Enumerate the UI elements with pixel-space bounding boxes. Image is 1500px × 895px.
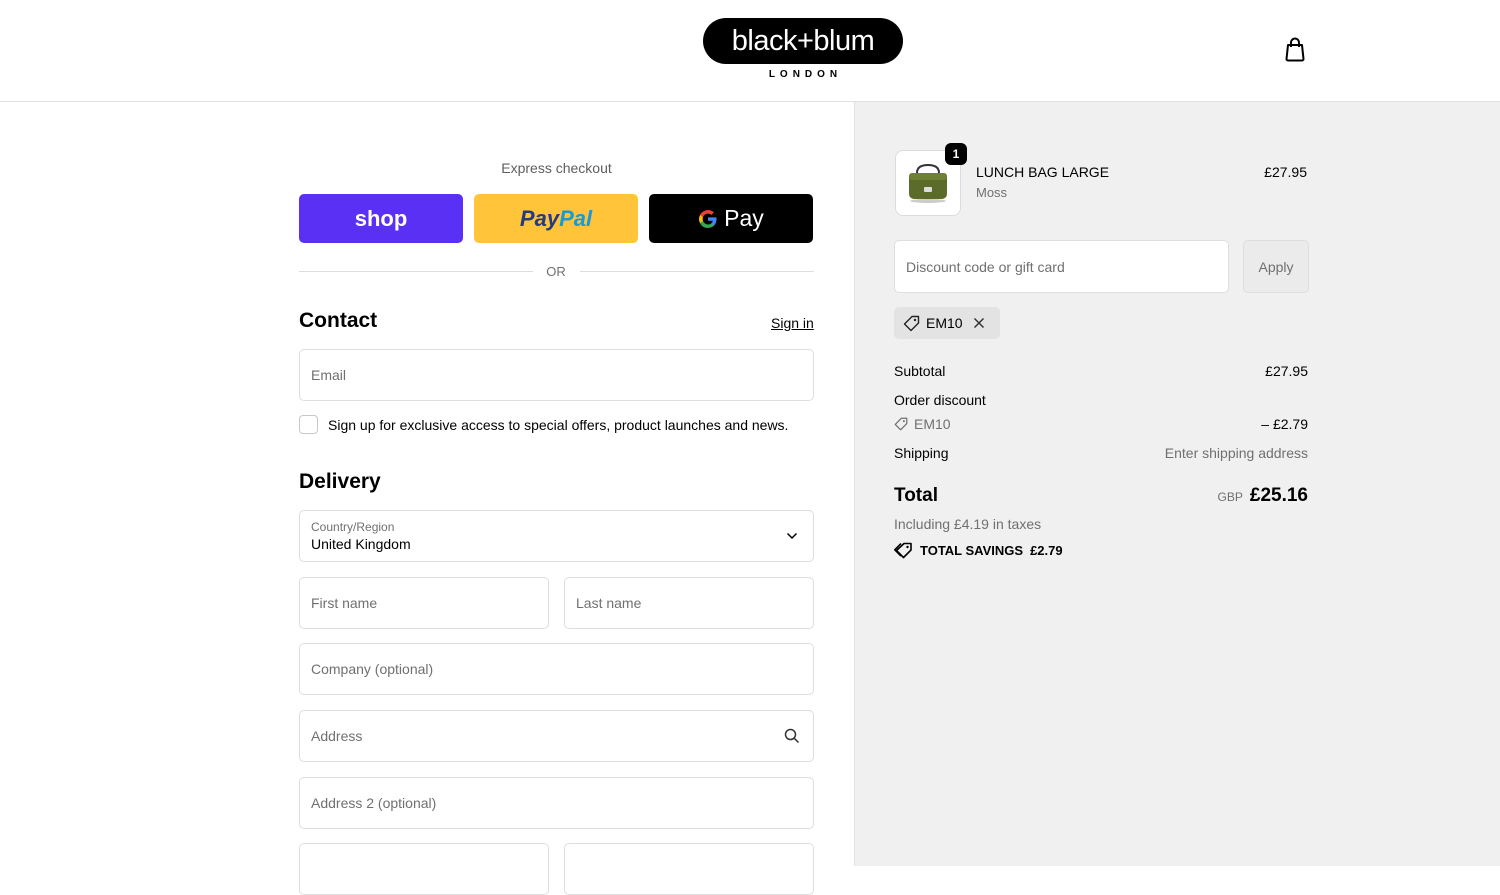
total-value-group: GBP £25.16 <box>1218 485 1308 507</box>
google-g-icon <box>699 209 717 228</box>
google-pay-label: Pay <box>724 205 764 231</box>
order-summary-panel: 1 LUNCH BAG LARGE Moss £27.95 Discount c… <box>854 102 1500 866</box>
or-line-left <box>299 271 533 272</box>
google-pay-button[interactable]: Pay <box>649 194 813 243</box>
address-placeholder: Address <box>311 728 363 744</box>
tag-icon <box>894 542 912 559</box>
site-header: black+blum LONDON <box>0 0 1500 102</box>
tag-icon <box>903 315 920 331</box>
discount-code-row: EM10 – £2.79 <box>894 416 1308 432</box>
company-field[interactable]: Company (optional) <box>299 643 814 695</box>
or-line-right <box>580 271 814 272</box>
discount-code-cell: EM10 <box>894 416 951 432</box>
contact-heading: Contact <box>299 309 378 332</box>
shopping-bag-icon[interactable] <box>1283 36 1307 62</box>
savings-label: TOTAL SAVINGS <box>920 543 1024 558</box>
savings-value: £2.79 <box>1030 543 1063 558</box>
checkout-form-panel: Express checkout shop Pay Pal Pay OR Cont… <box>0 102 854 895</box>
lunch-bag-image <box>909 163 947 203</box>
delivery-heading: Delivery <box>299 470 381 493</box>
total-currency: GBP <box>1217 490 1243 504</box>
paypal-label-part2: Pal <box>559 205 593 231</box>
logo-subtitle: LONDON <box>768 69 843 80</box>
country-select-content: Country/Region United Kingdom <box>311 520 411 552</box>
total-amount: £25.16 <box>1249 485 1308 506</box>
shipping-row: Shipping Enter shipping address <box>894 445 1308 461</box>
search-icon <box>784 728 800 744</box>
total-savings: TOTAL SAVINGS £2.79 <box>894 542 1063 559</box>
close-icon[interactable] <box>973 317 985 329</box>
discount-code-input[interactable]: Discount code or gift card <box>894 240 1229 293</box>
paypal-button[interactable]: Pay Pal <box>474 194 638 243</box>
discount-code-label: EM10 <box>914 416 951 432</box>
last-name-field[interactable]: Last name <box>564 577 814 629</box>
address-field[interactable]: Address <box>299 710 814 762</box>
newsletter-label: Sign up for exclusive access to special … <box>328 416 789 433</box>
subtotal-label: Subtotal <box>894 363 946 379</box>
product-name: LUNCH BAG LARGE <box>976 164 1110 180</box>
newsletter-checkbox[interactable] <box>299 415 318 434</box>
or-text: OR <box>546 264 566 279</box>
sign-in-link[interactable]: Sign in <box>771 315 814 331</box>
discount-placeholder: Discount code or gift card <box>906 258 1065 275</box>
logo-wordmark: black+blum <box>703 18 903 64</box>
product-price: £27.95 <box>1264 164 1307 180</box>
paypal-label-part1: Pay <box>519 205 560 231</box>
last-name-placeholder: Last name <box>576 595 642 611</box>
or-divider: OR <box>299 264 814 279</box>
shop-pay-button[interactable]: shop <box>299 194 463 243</box>
first-name-placeholder: First name <box>311 595 378 611</box>
country-label: Country/Region <box>311 520 395 534</box>
apply-discount-button[interactable]: Apply <box>1243 240 1309 293</box>
first-name-field[interactable]: First name <box>299 577 549 629</box>
company-placeholder: Company (optional) <box>311 661 434 677</box>
address2-placeholder: Address 2 (optional) <box>311 795 437 811</box>
country-select[interactable]: Country/Region United Kingdom <box>299 510 814 562</box>
brand-logo[interactable]: black+blum LONDON <box>703 18 903 82</box>
subtotal-value: £27.95 <box>1265 363 1308 379</box>
postcode-field[interactable] <box>564 843 814 895</box>
order-discount-label: Order discount <box>894 392 986 408</box>
country-value: United Kingdom <box>311 536 411 552</box>
applied-discount-chip: EM10 <box>894 307 1000 339</box>
discount-value: – £2.79 <box>1261 416 1308 432</box>
shipping-label: Shipping <box>894 445 949 461</box>
express-checkout-label: Express checkout <box>501 160 612 176</box>
email-placeholder: Email <box>311 367 347 383</box>
order-discount-row: Order discount <box>894 392 1308 408</box>
total-label: Total <box>894 485 938 506</box>
taxes-note: Including £4.19 in taxes <box>894 516 1042 532</box>
quantity-badge: 1 <box>945 143 967 165</box>
applied-code: EM10 <box>926 315 963 331</box>
subtotal-row: Subtotal £27.95 <box>894 363 1308 379</box>
city-field[interactable] <box>299 843 549 895</box>
chevron-down-icon <box>786 532 798 540</box>
newsletter-opt-in[interactable]: Sign up for exclusive access to special … <box>299 415 788 434</box>
taxes-row: Including £4.19 in taxes <box>894 516 1308 532</box>
product-variant: Moss <box>976 185 1008 200</box>
total-row: Total GBP £25.16 <box>894 485 1308 507</box>
shop-pay-label: shop <box>354 205 408 231</box>
address2-field[interactable]: Address 2 (optional) <box>299 777 814 829</box>
shipping-value: Enter shipping address <box>1164 445 1308 461</box>
email-field[interactable]: Email <box>299 349 814 401</box>
tag-icon <box>894 417 908 431</box>
